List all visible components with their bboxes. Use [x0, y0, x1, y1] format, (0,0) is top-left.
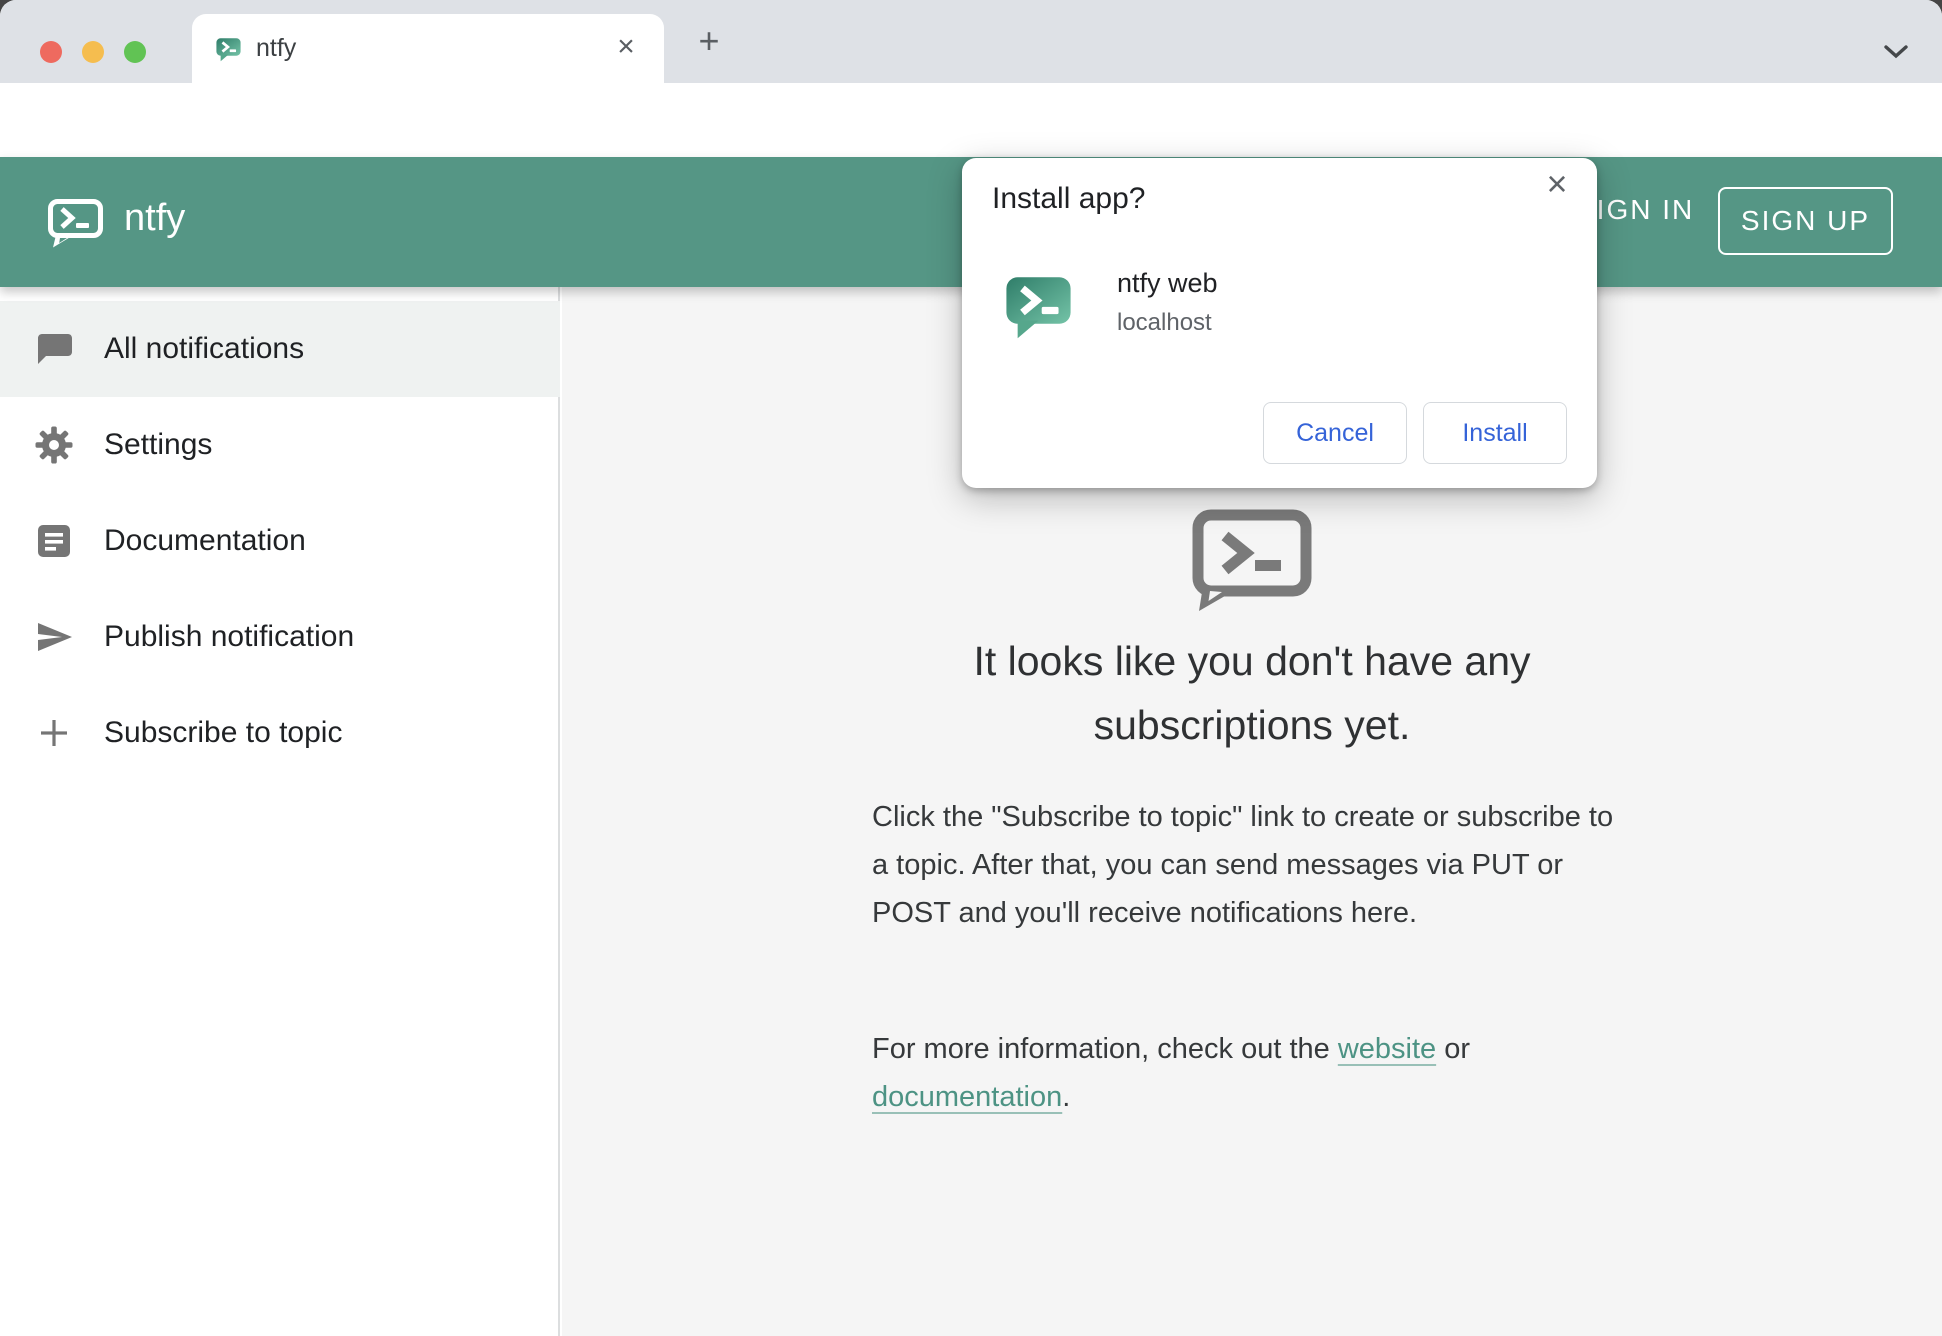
sidebar-item-subscribe-to-topic[interactable]: Subscribe to topic [0, 685, 560, 781]
dialog-app-origin: localhost [1117, 309, 1218, 337]
more-info-prefix: For more information, check out the [872, 1033, 1338, 1065]
empty-state-paragraph: Click the "Subscribe to topic" link to c… [872, 793, 1632, 937]
chat-bubble-icon [34, 329, 74, 369]
sidebar-item-documentation[interactable]: Documentation [0, 493, 560, 589]
sign-up-button[interactable]: SIGN UP [1718, 187, 1893, 255]
ntfy-logo-icon [47, 198, 104, 248]
website-link[interactable]: website [1338, 1033, 1436, 1065]
more-info-suffix: . [1062, 1081, 1070, 1113]
window-zoom-button[interactable] [124, 41, 146, 63]
tab-close-icon[interactable]: × [606, 28, 646, 68]
dialog-app-name: ntfy web [1117, 268, 1218, 299]
dialog-title: Install app? [992, 182, 1145, 216]
sidebar-item-publish-notification[interactable]: Publish notification [0, 589, 560, 685]
window-minimize-button[interactable] [82, 41, 104, 63]
sidebar-item-label: Documentation [104, 524, 306, 558]
more-info-paragraph: For more information, check out the webs… [872, 1025, 1632, 1121]
sidebar-item-settings[interactable]: Settings [0, 397, 560, 493]
tab-strip: ntfy × + [0, 0, 1942, 83]
ntfy-empty-state-icon [1189, 508, 1314, 613]
article-icon [34, 521, 74, 561]
install-app-dialog: Install app? × ntfy web localhost Cancel… [962, 158, 1597, 488]
sidebar-item-label: All notifications [104, 332, 304, 366]
app-title: ntfy [124, 197, 185, 240]
traffic-lights [40, 41, 146, 63]
more-info-middle: or [1436, 1033, 1470, 1065]
new-tab-button[interactable]: + [686, 19, 732, 65]
plus-icon [34, 713, 74, 753]
ntfy-app-icon [1000, 266, 1077, 343]
gear-icon [34, 425, 74, 465]
empty-state-title: It looks like you don't have any subscri… [562, 629, 1942, 757]
dialog-close-icon[interactable]: × [1535, 162, 1579, 206]
tab-title: ntfy [256, 14, 296, 83]
browser-tab[interactable]: ntfy × [192, 14, 664, 83]
dialog-app-texts: ntfy web localhost [1117, 266, 1218, 343]
documentation-link[interactable]: documentation [872, 1081, 1062, 1113]
sidebar-item-label: Publish notification [104, 620, 354, 654]
sidebar-item-label: Settings [104, 428, 212, 462]
dialog-app-row: ntfy web localhost [1000, 266, 1218, 343]
install-button[interactable]: Install [1423, 402, 1567, 464]
browser-window: ntfy × + localhost [0, 0, 1942, 1336]
sidebar-item-all-notifications[interactable]: All notifications [0, 301, 560, 397]
sidebar-item-label: Subscribe to topic [104, 716, 342, 750]
browser-toolbar: localhost [0, 83, 1942, 157]
chevron-down-icon[interactable] [1883, 44, 1909, 59]
paper-plane-icon [34, 617, 74, 657]
ntfy-favicon-icon [214, 34, 243, 63]
dialog-buttons: Cancel Install [1263, 402, 1567, 464]
window-close-button[interactable] [40, 41, 62, 63]
sidebar: All notifications Settings [0, 287, 560, 1336]
cancel-button[interactable]: Cancel [1263, 402, 1407, 464]
